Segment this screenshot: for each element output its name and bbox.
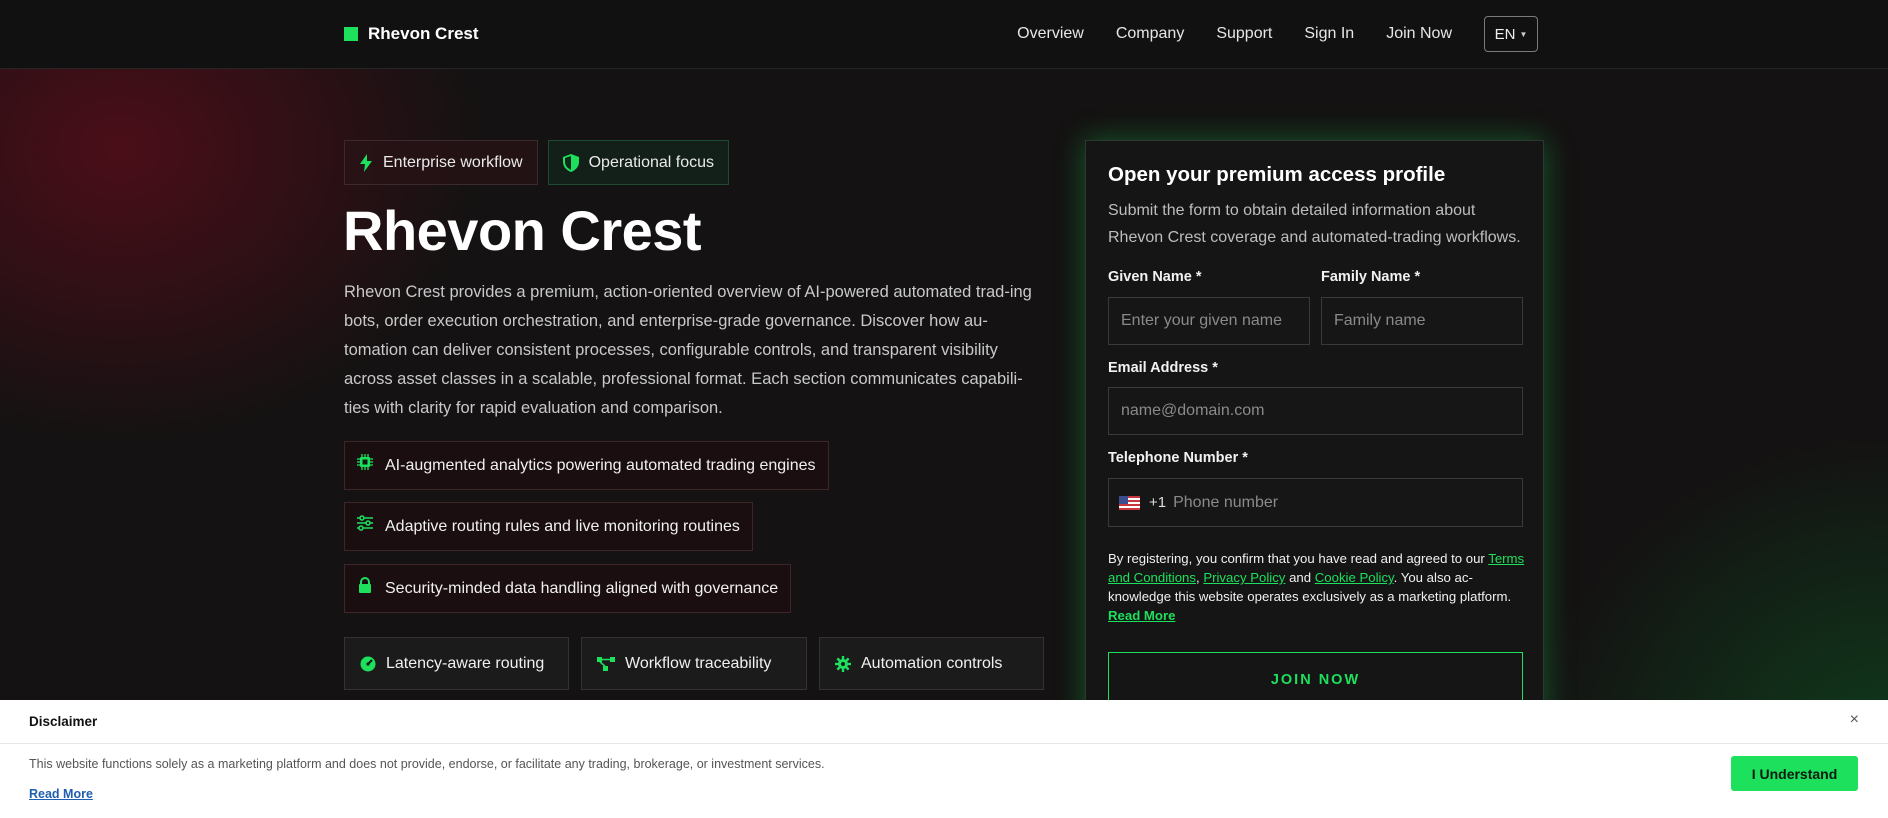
read-more-link[interactable]: Read More — [1108, 608, 1175, 623]
legal-and: and — [1289, 570, 1312, 585]
cookie-link[interactable]: Cookie Policy — [1315, 570, 1394, 585]
capability-chips: Latency-aware routing Workflow traceabil… — [344, 637, 1044, 690]
disclaimer-text: This website functions solely as a marke… — [29, 757, 825, 771]
dial-code[interactable]: +1 — [1149, 494, 1166, 511]
feature-ai-analytics: AI-augmented analytics powering automate… — [344, 441, 829, 490]
disclaimer-header: Disclaimer × — [0, 700, 1888, 744]
form-subtitle: Submit the form to obtain detailed infor… — [1108, 202, 1521, 246]
legal-text: By registering, you confirm that you hav… — [1108, 551, 1525, 623]
family-name-label: Family Name * — [1321, 269, 1421, 285]
nav-link-support[interactable]: Support — [1216, 25, 1272, 43]
i-understand-button[interactable]: I Understand — [1731, 756, 1858, 791]
nav-link-overview[interactable]: Overview — [1017, 25, 1084, 43]
chip-label: Latency-aware routing — [386, 654, 545, 672]
family-name-input[interactable] — [1321, 297, 1523, 345]
caret-down-icon: ▼ — [1519, 29, 1528, 39]
close-icon[interactable]: × — [1850, 711, 1859, 729]
legal-prefix: By registering, you confirm that you hav… — [1108, 551, 1485, 566]
shield-icon — [562, 153, 579, 172]
chip-automation-controls: Automation controls — [819, 637, 1044, 690]
chip-latency-routing: Latency-aware routing — [344, 637, 569, 690]
given-name-label: Given Name * — [1108, 269, 1202, 285]
feature-security: Security-minded data handling aligned wi… — [344, 564, 792, 613]
brand-square-icon — [344, 27, 358, 41]
feature-label: Security-minded data handling aligned wi… — [385, 579, 779, 597]
phone-field: +1 — [1108, 478, 1523, 527]
brand-logo[interactable]: Rhevon Crest — [344, 24, 479, 44]
lightning-icon — [360, 153, 372, 172]
email-input[interactable] — [1108, 387, 1523, 435]
tag-enterprise-workflow: Enterprise workflow — [344, 140, 538, 185]
disclaimer-banner: Disclaimer × This website functions sole… — [0, 700, 1888, 818]
tag-label: Enterprise workflow — [383, 153, 523, 171]
language-label: EN — [1494, 25, 1516, 43]
network-icon — [597, 656, 615, 671]
feature-adaptive-routing: Adaptive routing rules and live monitori… — [344, 502, 753, 551]
language-selector[interactable]: EN ▼ — [1484, 16, 1538, 52]
tag-operational-focus: Operational focus — [547, 140, 730, 185]
given-name-input[interactable] — [1108, 297, 1310, 345]
nav-link-company[interactable]: Company — [1116, 25, 1184, 43]
sliders-icon — [357, 514, 373, 531]
nav-link-join-now[interactable]: Join Now — [1386, 25, 1452, 43]
tag-label: Operational focus — [588, 153, 715, 171]
hero-title: Rhevon Crest — [343, 199, 702, 262]
form-title: Open your premium access profile — [1108, 163, 1446, 186]
gear-icon — [835, 655, 851, 672]
disclaimer-title: Disclaimer — [29, 714, 98, 729]
disclaimer-read-more-link[interactable]: Read More — [29, 787, 93, 801]
hero-tags: Enterprise workflow Operational focus — [344, 140, 730, 185]
feature-label: Adaptive routing rules and live monitori… — [385, 517, 740, 535]
feature-label: AI-augmented analytics powering automate… — [385, 456, 816, 474]
nav-link-sign-in[interactable]: Sign In — [1304, 25, 1354, 43]
chip-label: Automation controls — [861, 654, 1003, 672]
gauge-icon — [360, 656, 376, 671]
chip-icon — [357, 453, 373, 470]
privacy-link[interactable]: Privacy Policy — [1203, 570, 1285, 585]
signup-form-card: Open your premium access profile Submit … — [1085, 140, 1544, 740]
nav-links: Overview Company Support Sign In Join No… — [1017, 16, 1538, 52]
phone-label: Telephone Number * — [1108, 450, 1248, 466]
hero-description: Rhevon Crest provides a premium, action-… — [344, 283, 1032, 417]
chip-workflow-traceability: Workflow traceability — [581, 637, 807, 690]
phone-input[interactable] — [1173, 493, 1474, 512]
us-flag-icon[interactable] — [1119, 495, 1140, 510]
lock-icon — [359, 576, 371, 593]
brand-name: Rhevon Crest — [368, 24, 479, 43]
chip-label: Workflow traceability — [625, 654, 772, 672]
email-label: Email Address * — [1108, 360, 1218, 376]
top-navbar: Rhevon Crest Overview Company Support Si… — [0, 0, 1888, 69]
